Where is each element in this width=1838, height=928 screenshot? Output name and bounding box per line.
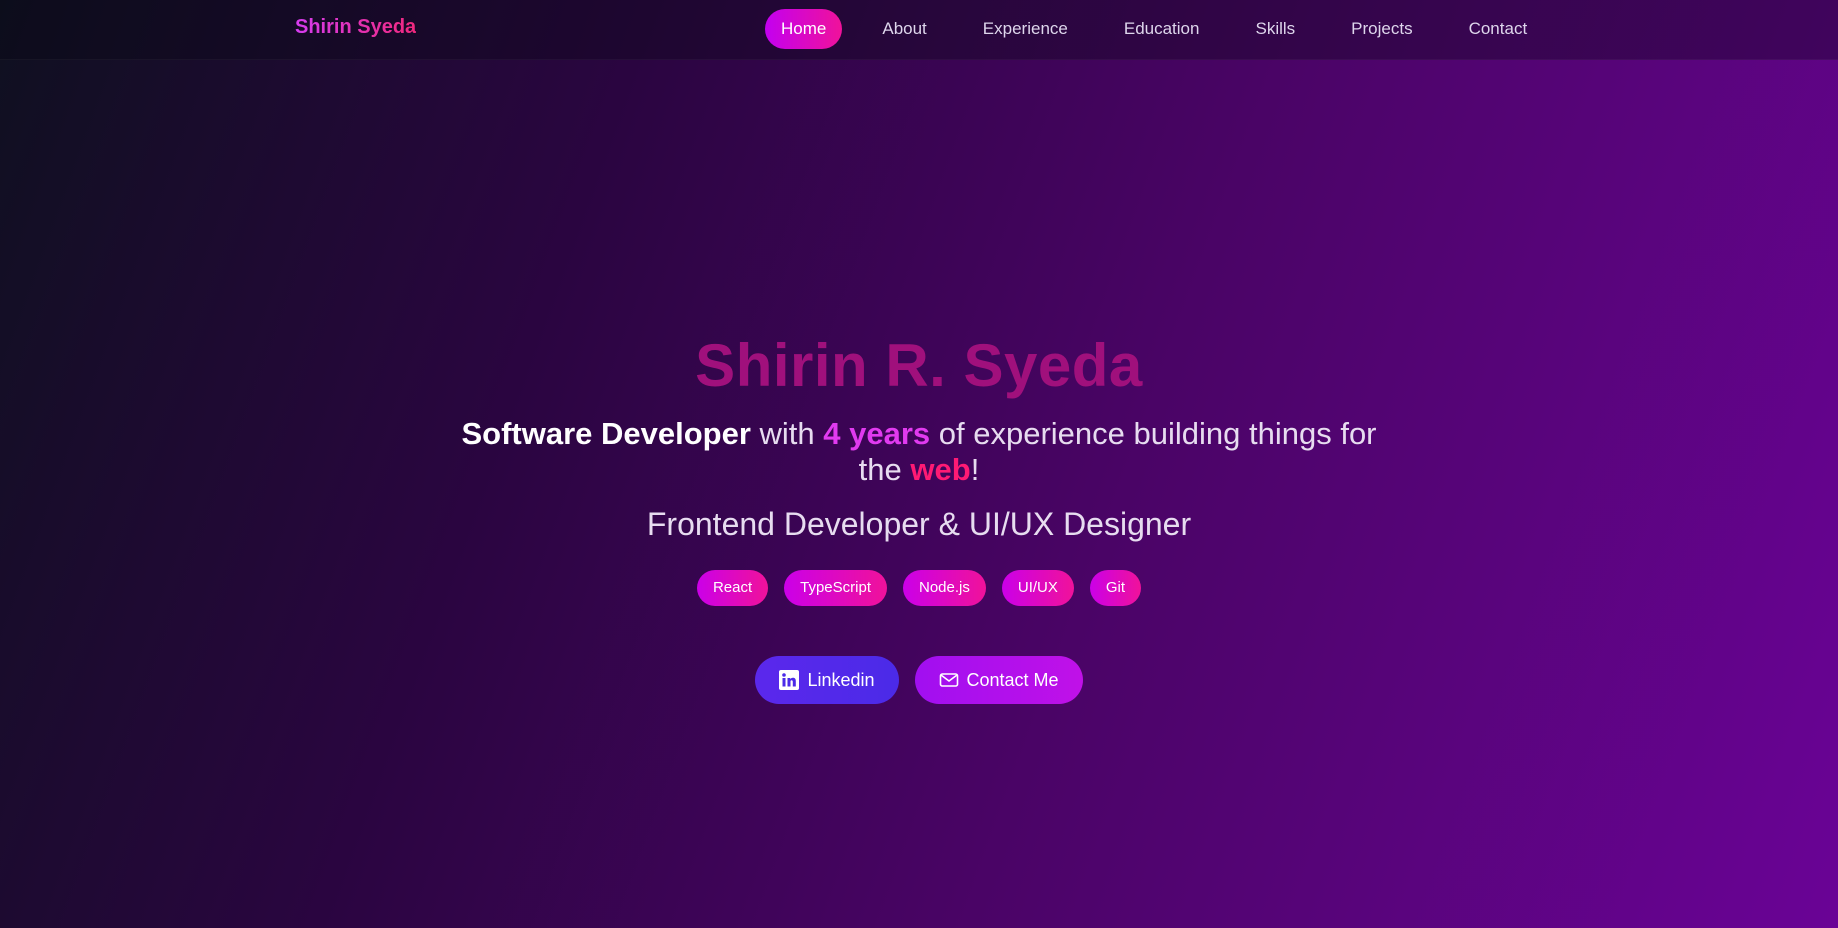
- tagline-years: 4 years: [823, 416, 931, 451]
- linkedin-button[interactable]: Linkedin: [755, 656, 899, 704]
- tagline-title: Software Developer: [461, 416, 751, 451]
- skill-chip-nodejs: Node.js: [903, 570, 986, 606]
- linkedin-icon: [779, 670, 800, 690]
- hero-tagline: Software Developer with 4 years of exper…: [449, 416, 1389, 488]
- nav-link-home[interactable]: Home: [765, 9, 843, 49]
- nav-links: Home About Experience Education Skills P…: [765, 9, 1567, 49]
- nav-link-projects[interactable]: Projects: [1335, 9, 1428, 49]
- tagline-web: web: [910, 452, 971, 487]
- nav-link-contact[interactable]: Contact: [1453, 9, 1544, 49]
- brand-logo[interactable]: Shirin Syeda: [295, 16, 416, 39]
- nav-link-about[interactable]: About: [866, 9, 942, 49]
- hero-section: Shirin R. Syeda Software Developer with …: [0, 330, 1838, 704]
- skill-chip-typescript: TypeScript: [784, 570, 887, 606]
- tagline-with: with: [750, 416, 824, 451]
- nav-link-skills[interactable]: Skills: [1239, 9, 1311, 49]
- skill-chip-uiux: UI/UX: [1001, 570, 1074, 606]
- nav-link-education[interactable]: Education: [1108, 9, 1216, 49]
- linkedin-label: Linkedin: [807, 669, 875, 690]
- contact-me-button[interactable]: Contact Me: [914, 656, 1083, 704]
- hero-name: Shirin R. Syeda: [695, 332, 1143, 399]
- navbar: Shirin Syeda Home About Experience Educa…: [0, 0, 1838, 60]
- mail-icon: [939, 670, 959, 690]
- cta-buttons: Linkedin Contact Me: [0, 656, 1838, 704]
- skill-chips: React TypeScript Node.js UI/UX Git: [0, 570, 1838, 606]
- contact-me-label: Contact Me: [966, 669, 1059, 690]
- nav-link-experience[interactable]: Experience: [967, 9, 1084, 49]
- skill-chip-git: Git: [1089, 570, 1142, 606]
- skill-chip-react: React: [696, 570, 769, 606]
- tagline-end: !: [970, 452, 980, 487]
- hero-role: Frontend Developer & UI/UX Designer: [646, 506, 1192, 542]
